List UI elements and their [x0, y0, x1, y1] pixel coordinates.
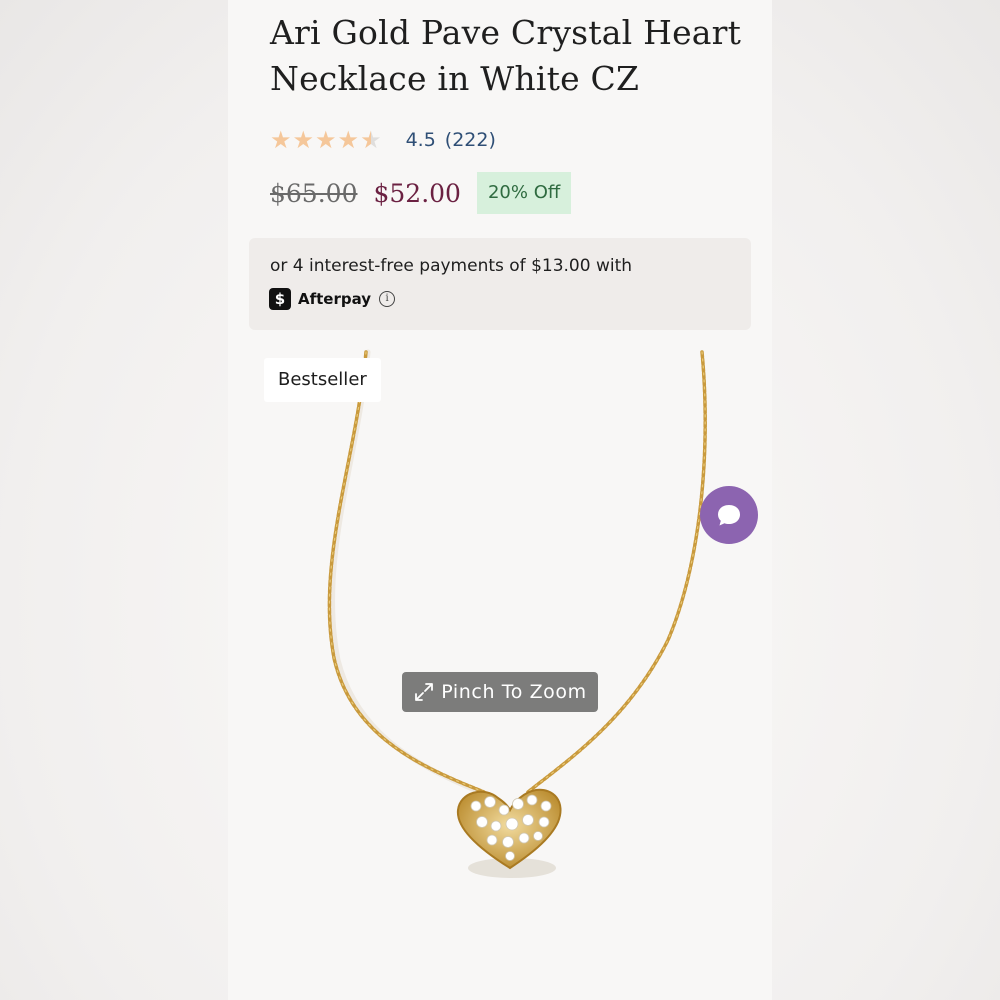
- afterpay-brand: Afterpay: [298, 290, 372, 308]
- info-icon[interactable]: i: [379, 291, 396, 307]
- chat-bubble-icon: [718, 505, 740, 526]
- afterpay-text: or 4 interest-free payments of $13.00 wi…: [270, 256, 633, 276]
- review-count[interactable]: (222): [445, 129, 496, 151]
- price-row: $65.00 $52.00 20% Off: [270, 172, 572, 214]
- afterpay-brand-row: $ Afterpay i: [269, 288, 396, 310]
- discount-badge: 20% Off: [476, 172, 572, 214]
- afterpay-logo-icon: $: [269, 288, 291, 310]
- star-icon: ★: [292, 126, 315, 154]
- product-image-area[interactable]: Bestseller Pinch To Zoom: [228, 340, 772, 1000]
- sale-price: $52.00: [373, 178, 461, 208]
- chain-left-highlight: [328, 351, 485, 793]
- product-title: Ari Gold Pave Crystal Heart Necklace in …: [270, 13, 742, 98]
- expand-arrows-icon: [415, 683, 434, 701]
- bestseller-badge: Bestseller: [264, 358, 381, 402]
- chain-left: [327, 350, 486, 794]
- star-rating: ★ ★ ★ ★ ★: [270, 126, 382, 154]
- chain-right-highlight: [527, 351, 706, 793]
- product-image: [327, 349, 707, 878]
- star-icon: ★: [315, 126, 337, 154]
- chat-button[interactable]: [700, 486, 758, 544]
- chain-right: [526, 350, 707, 794]
- zoom-hint-label: Pinch To Zoom: [441, 681, 587, 703]
- star-icon: ★: [337, 126, 360, 154]
- star-icon: ★: [270, 126, 292, 154]
- pinch-to-zoom-hint: Pinch To Zoom: [402, 672, 598, 712]
- product-page: Ari Gold Pave Crystal Heart Necklace in …: [228, 0, 772, 1000]
- afterpay-banner: or 4 interest-free payments of $13.00 wi…: [249, 238, 751, 330]
- half-star-icon: ★: [360, 126, 382, 154]
- original-price: $65.00: [270, 178, 358, 208]
- rating-value[interactable]: 4.5: [406, 129, 436, 151]
- product-rating[interactable]: ★ ★ ★ ★ ★ 4.5 (222): [270, 126, 496, 154]
